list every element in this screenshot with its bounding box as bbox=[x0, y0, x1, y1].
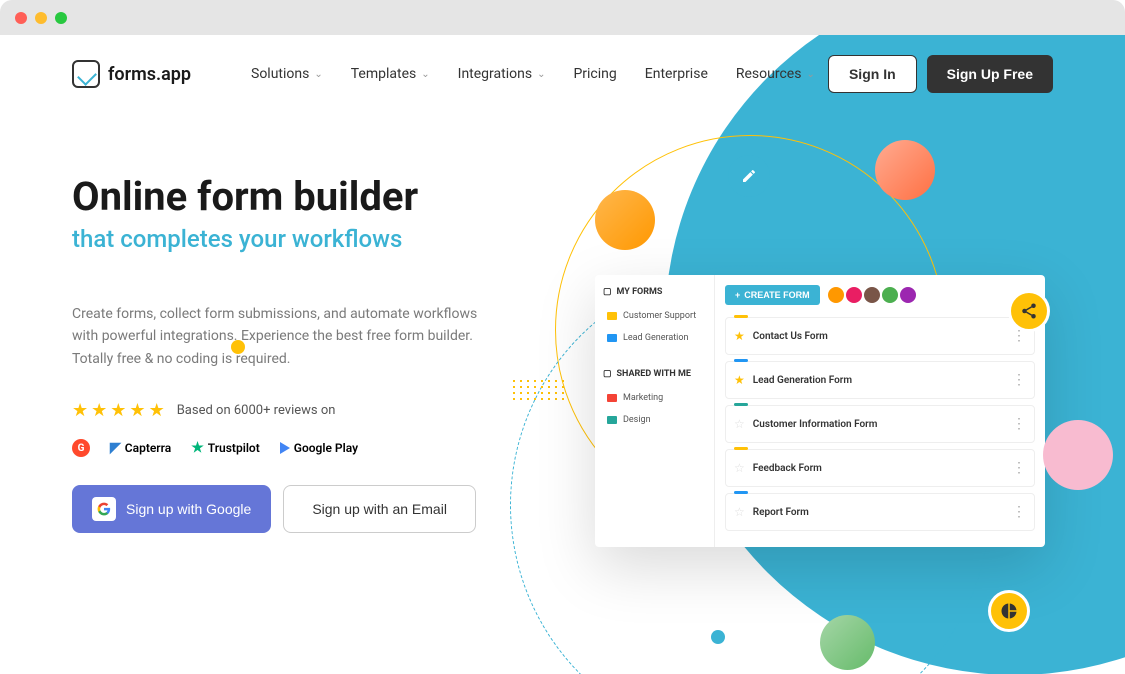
window-minimize-dot[interactable] bbox=[35, 12, 47, 24]
signin-button[interactable]: Sign In bbox=[828, 55, 917, 93]
star-icon: ★ bbox=[110, 400, 126, 421]
chevron-down-icon: ⌄ bbox=[537, 69, 545, 80]
chevron-down-icon: ⌄ bbox=[314, 69, 322, 80]
play-icon bbox=[280, 442, 290, 454]
chart-icon bbox=[988, 590, 1030, 632]
chevron-down-icon: ⌄ bbox=[421, 69, 429, 80]
logo-icon bbox=[72, 60, 100, 88]
g2-icon: G bbox=[72, 439, 90, 457]
star-icon: ★ bbox=[72, 400, 88, 421]
nav-solutions[interactable]: Solutions ⌄ bbox=[251, 66, 323, 82]
capterra-logo[interactable]: ◤ Capterra bbox=[110, 440, 171, 456]
review-platforms: G ◤ Capterra ★ Trustpilot Google Play bbox=[72, 439, 1053, 457]
star-icon: ★ bbox=[149, 400, 165, 421]
main-header: forms.app Solutions ⌄ Templates ⌄ Integr… bbox=[0, 35, 1125, 113]
hero-section: Online form builder that completes your … bbox=[0, 113, 1125, 533]
trustpilot-logo[interactable]: ★ Trustpilot bbox=[191, 440, 260, 456]
nav-pricing[interactable]: Pricing bbox=[573, 66, 616, 82]
reviews-row: ★ ★ ★ ★ ★ Based on 6000+ reviews on bbox=[72, 400, 1053, 421]
decorative-avatar bbox=[820, 615, 875, 670]
hero-description: Create forms, collect form submissions, … bbox=[72, 303, 482, 370]
google-icon bbox=[92, 497, 116, 521]
chevron-down-icon: ⌄ bbox=[806, 69, 814, 80]
reviews-text: Based on 6000+ reviews on bbox=[177, 403, 336, 418]
hero-subtitle: that completes your workflows bbox=[72, 225, 1053, 253]
star-icon: ★ bbox=[91, 400, 107, 421]
trustpilot-icon: ★ bbox=[191, 440, 204, 456]
g2-logo[interactable]: G bbox=[72, 439, 90, 457]
signup-google-button[interactable]: Sign up with Google bbox=[72, 485, 271, 533]
signup-email-button[interactable]: Sign up with an Email bbox=[283, 485, 476, 533]
nav-resources[interactable]: Resources ⌄ bbox=[736, 66, 815, 82]
window-maximize-dot[interactable] bbox=[55, 12, 67, 24]
signup-button[interactable]: Sign Up Free bbox=[927, 55, 1053, 93]
star-rating: ★ ★ ★ ★ ★ bbox=[72, 400, 165, 421]
googleplay-logo[interactable]: Google Play bbox=[280, 441, 358, 455]
window-close-dot[interactable] bbox=[15, 12, 27, 24]
logo[interactable]: forms.app bbox=[72, 60, 191, 88]
main-nav: Solutions ⌄ Templates ⌄ Integrations ⌄ P… bbox=[251, 66, 815, 82]
nav-integrations[interactable]: Integrations ⌄ bbox=[458, 66, 546, 82]
decorative-dot bbox=[711, 630, 725, 644]
nav-templates[interactable]: Templates ⌄ bbox=[351, 66, 430, 82]
nav-enterprise[interactable]: Enterprise bbox=[645, 66, 708, 82]
hero-title: Online form builder bbox=[72, 173, 1053, 221]
capterra-icon: ◤ bbox=[110, 440, 121, 456]
cta-buttons: Sign up with Google Sign up with an Emai… bbox=[72, 485, 1053, 533]
star-icon: ★ bbox=[129, 400, 145, 421]
browser-titlebar bbox=[0, 0, 1125, 35]
logo-text: forms.app bbox=[108, 64, 191, 85]
